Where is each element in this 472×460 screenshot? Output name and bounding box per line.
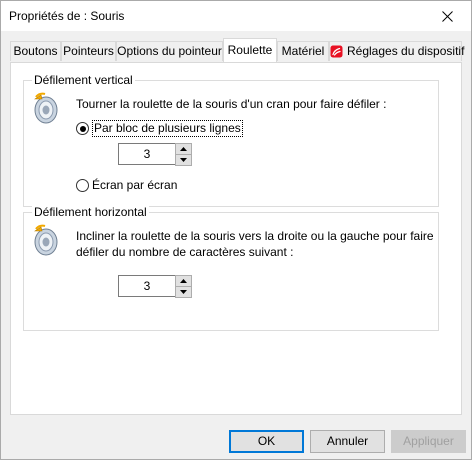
tab-label: Boutons xyxy=(13,44,58,58)
horizontal-description-line1: Incliner la roulette de la souris vers l… xyxy=(76,229,434,243)
close-button[interactable] xyxy=(429,4,465,28)
dialog-window: Propriétés de : Souris Boutons Pointeurs… xyxy=(0,0,472,460)
title-bar: Propriétés de : Souris xyxy=(1,1,471,31)
lines-spin-buttons xyxy=(175,143,192,166)
tab-panel-roulette: Défilement vertical Tourner la roulette … xyxy=(10,62,462,415)
group-vertical-scrolling: Défilement vertical Tourner la roulette … xyxy=(23,73,439,207)
mouse-wheel-icon xyxy=(34,92,58,124)
group-legend-vertical: Défilement vertical xyxy=(32,73,135,87)
chars-spinner: 3 xyxy=(118,275,192,298)
tab-roulette[interactable]: Roulette xyxy=(223,38,277,62)
lines-input[interactable]: 3 xyxy=(118,143,176,165)
tab-label: Pointeurs xyxy=(63,44,114,58)
radio-screen-indicator[interactable] xyxy=(76,179,89,192)
arrow-up-icon xyxy=(180,279,187,283)
mouse-wheel-tilt-icon xyxy=(34,224,58,256)
tab-reglages-dispositif[interactable]: Réglages du dispositif xyxy=(329,41,465,61)
arrow-down-icon xyxy=(180,158,187,162)
arrow-down-icon xyxy=(180,290,187,294)
chars-spin-down-button[interactable] xyxy=(175,286,192,298)
window-title: Propriétés de : Souris xyxy=(9,9,125,23)
tab-materiel[interactable]: Matériel xyxy=(277,41,329,61)
apply-button[interactable]: Appliquer xyxy=(391,430,466,453)
tab-label: Matériel xyxy=(281,44,325,58)
arrow-up-icon xyxy=(180,147,187,151)
close-icon xyxy=(441,10,453,22)
tab-options-pointeur[interactable]: Options du pointeur xyxy=(116,41,223,61)
radio-lines-indicator[interactable] xyxy=(76,122,89,135)
group-horizontal-scrolling: Défilement horizontal Incliner la roulet… xyxy=(23,205,439,331)
tab-boutons[interactable]: Boutons xyxy=(10,41,61,61)
vertical-description: Tourner la roulette de la souris d'un cr… xyxy=(76,97,387,111)
ok-button[interactable]: OK xyxy=(229,430,304,453)
tab-pointeurs[interactable]: Pointeurs xyxy=(61,41,116,61)
radio-lines[interactable]: Par bloc de plusieurs lignes xyxy=(76,120,243,137)
tab-label: Options du pointeur xyxy=(117,44,222,58)
group-legend-horizontal: Défilement horizontal xyxy=(32,205,149,219)
radio-lines-label: Par bloc de plusieurs lignes xyxy=(92,120,243,137)
cancel-button[interactable]: Annuler xyxy=(310,430,385,453)
chars-spin-buttons xyxy=(175,275,192,298)
radio-screen[interactable]: Écran par écran xyxy=(76,178,177,193)
lines-spin-down-button[interactable] xyxy=(175,154,192,166)
lines-spinner: 3 xyxy=(118,143,192,166)
tab-label: Réglages du dispositif xyxy=(347,44,465,58)
chars-input[interactable]: 3 xyxy=(118,275,176,297)
tab-label: Roulette xyxy=(227,43,273,57)
synaptics-device-icon xyxy=(330,45,343,58)
horizontal-description-line2: défiler du nombre de caractères suivant … xyxy=(76,245,294,259)
radio-screen-label: Écran par écran xyxy=(92,178,178,192)
